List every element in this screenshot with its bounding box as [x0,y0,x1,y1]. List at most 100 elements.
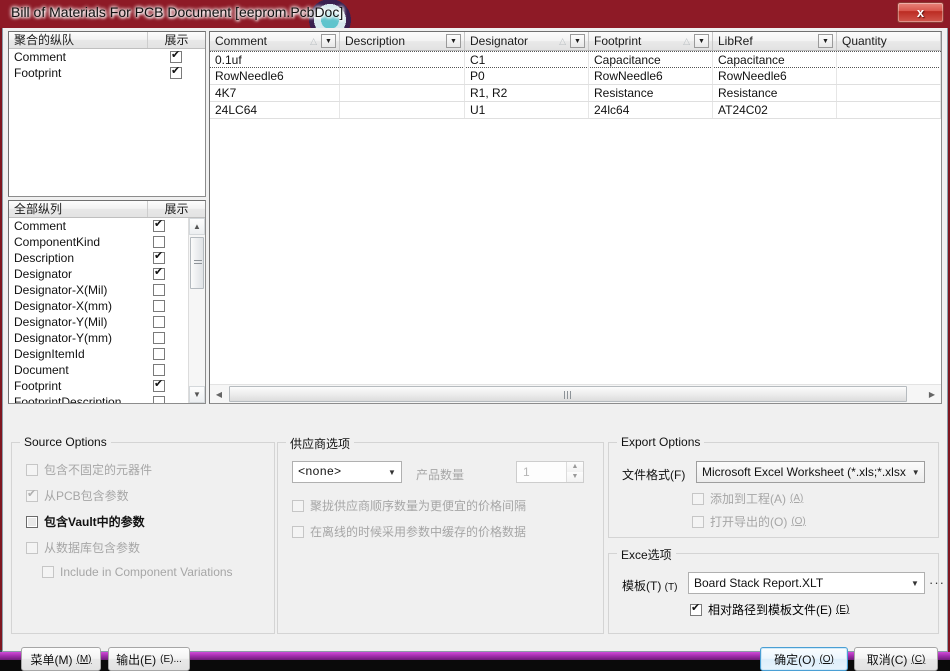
all-column-item-checkbox-cell[interactable] [130,284,188,296]
export-button[interactable]: 输出(E) (E)... [108,647,190,671]
aggregated-column-item[interactable]: Comment [9,49,205,65]
all-columns-list[interactable]: Comment ComponentKind Description Designato… [9,218,188,403]
relative-path-option[interactable]: 相对路径到模板文件(E) (E) [690,601,849,618]
all-column-item[interactable]: Document [9,362,188,378]
supplier-option[interactable]: 聚拢供应商顺序数量为更便宜的价格间隔 [292,497,526,514]
all-column-item-checkbox-cell[interactable] [130,266,188,280]
aggregated-column-item-checkbox-cell[interactable] [147,49,205,63]
source-option[interactable]: 从PCB包含参数 [26,487,129,504]
source-option-checkbox[interactable] [26,463,38,476]
all-column-item-checkbox[interactable] [153,378,165,392]
all-column-item-checkbox-cell[interactable] [130,300,188,312]
scrollbar-thumb[interactable] [190,237,204,289]
all-column-item[interactable]: Description [9,250,188,266]
cancel-button[interactable]: 取消(C) (C) [854,647,938,671]
column-filter-dropdown-icon[interactable]: ▼ [321,34,336,48]
all-column-item-checkbox[interactable] [153,266,165,280]
all-column-item-checkbox[interactable] [153,348,165,360]
stepper-down-icon[interactable]: ▼ [567,472,583,482]
scroll-down-icon[interactable]: ▼ [189,386,205,403]
all-column-item[interactable]: ComponentKind [9,234,188,250]
grid-column-header[interactable]: Description ▼ [340,32,465,50]
all-column-item-checkbox[interactable] [153,284,165,296]
aggregated-column-item-checkbox-cell[interactable] [147,65,205,79]
column-filter-dropdown-icon[interactable]: ▼ [446,34,461,48]
grid-horizontal-scrollbar[interactable]: ◀ ▶ [210,384,941,403]
source-option-checkbox[interactable] [42,566,54,578]
source-option[interactable]: 包含不固定的元器件 [26,461,152,478]
column-filter-dropdown-icon[interactable]: ▼ [694,34,709,48]
title-bar[interactable]: Bill of Materials For PCB Document [eepr… [0,0,950,28]
all-column-item[interactable]: DesignItemId [9,346,188,362]
grid-column-header[interactable]: Designator △ ▼ [465,32,589,50]
close-icon[interactable]: x [897,2,944,23]
grid-column-header[interactable]: Comment △ ▼ [210,32,340,50]
menu-button[interactable]: 菜单(M) (M) [21,647,101,671]
all-column-item[interactable]: Footprint [9,378,188,394]
source-option-checkbox[interactable] [26,515,38,528]
all-column-item-checkbox-cell[interactable] [130,396,188,403]
all-column-item-checkbox-cell[interactable] [130,316,188,328]
all-column-item-checkbox[interactable] [153,364,165,376]
all-column-item[interactable]: Designator [9,266,188,282]
all-columns-scrollbar[interactable]: ▲ ▼ [188,218,205,403]
source-option-checkbox[interactable] [26,488,38,502]
all-column-item-checkbox[interactable] [153,236,165,248]
export-option[interactable]: 添加到工程(A) (A) [692,490,803,507]
grid-body[interactable]: 0.1uf C1 Capacitance Capacitance RowNeedle6 P… [210,51,941,383]
all-column-item-checkbox-cell[interactable] [130,218,188,232]
all-column-item[interactable]: Comment [9,218,188,234]
aggregated-columns-list[interactable]: Comment Footprint [9,49,205,196]
supplier-option[interactable]: 在离线的时候采用参数中缓存的价格数据 [292,523,526,540]
all-column-item[interactable]: FootprintDescription [9,394,188,403]
quantity-stepper[interactable]: 1 ▲ ▼ [516,461,584,483]
source-option[interactable]: 从数据库包含参数 [26,539,140,556]
source-option[interactable]: 包含Vault中的参数 [26,513,145,530]
all-column-item-checkbox[interactable] [153,218,165,232]
aggregated-column-item-checkbox[interactable] [170,65,182,79]
hscrollbar-thumb[interactable] [229,386,907,402]
all-column-item-checkbox[interactable] [153,396,165,403]
all-column-item[interactable]: Designator-X(mm) [9,298,188,314]
all-column-item-checkbox[interactable] [153,300,165,312]
all-column-item-checkbox-cell[interactable] [130,378,188,392]
scroll-right-icon[interactable]: ▶ [924,386,940,402]
all-column-item-checkbox-cell[interactable] [130,348,188,360]
column-filter-dropdown-icon[interactable]: ▼ [818,34,833,48]
all-column-item[interactable]: Designator-X(Mil) [9,282,188,298]
all-column-item-checkbox[interactable] [153,316,165,328]
all-column-item-checkbox-cell[interactable] [130,236,188,248]
ok-button[interactable]: 确定(O) (O) [760,647,848,671]
export-option[interactable]: 打开导出的(O) (O) [692,513,806,530]
supplier-option-checkbox[interactable] [292,525,304,538]
template-select[interactable]: Board Stack Report.XLT ▼ [688,572,925,594]
grid-column-header[interactable]: Footprint △ ▼ [589,32,713,50]
all-column-item[interactable]: Designator-Y(mm) [9,330,188,346]
all-column-item-checkbox-cell[interactable] [130,364,188,376]
table-row[interactable]: RowNeedle6 P0 RowNeedle6 RowNeedle6 [210,68,941,85]
file-format-select[interactable]: Microsoft Excel Worksheet (*.xls;*.xlsx;… [696,461,925,483]
all-column-item-checkbox[interactable] [153,250,165,264]
table-row[interactable]: 0.1uf C1 Capacitance Capacitance [210,51,941,68]
scroll-up-icon[interactable]: ▲ [189,218,205,235]
aggregated-column-item[interactable]: Footprint [9,65,205,81]
column-filter-dropdown-icon[interactable]: ▼ [570,34,585,48]
aggregated-column-item-checkbox[interactable] [170,49,182,63]
export-option-checkbox[interactable] [692,492,704,505]
grid-column-header[interactable]: Quantity [837,32,941,50]
scroll-left-icon[interactable]: ◀ [211,386,227,402]
template-browse-button[interactable]: ··· [929,575,945,590]
all-column-item-checkbox-cell[interactable] [130,332,188,344]
relative-path-checkbox[interactable] [690,602,702,616]
table-row[interactable]: 4K7 R1, R2 Resistance Resistance [210,85,941,102]
source-option[interactable]: Include in Component Variations [42,565,233,579]
all-column-item[interactable]: Designator-Y(Mil) [9,314,188,330]
all-column-item-checkbox-cell[interactable] [130,250,188,264]
supplier-option-checkbox[interactable] [292,499,304,512]
supplier-select[interactable]: <none> ▼ [292,461,402,483]
quantity-stepper-buttons[interactable]: ▲ ▼ [566,462,583,482]
export-option-checkbox[interactable] [692,515,704,528]
table-row[interactable]: 24LC64 U1 24lc64 AT24C02 [210,102,941,119]
all-column-item-checkbox[interactable] [153,332,165,344]
grid-column-header[interactable]: LibRef ▼ [713,32,837,50]
